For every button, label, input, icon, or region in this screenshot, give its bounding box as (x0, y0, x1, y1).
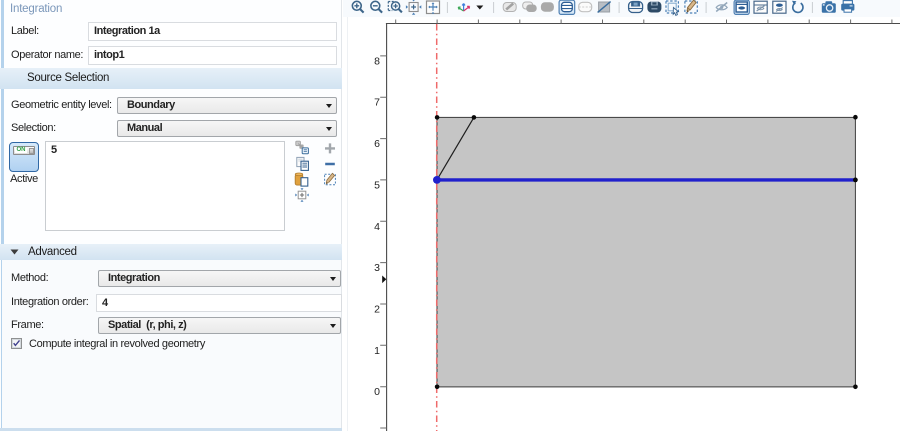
svg-text:1: 1 (374, 345, 380, 357)
svg-text:2: 2 (374, 304, 380, 316)
svg-text:8: 8 (374, 55, 380, 67)
svg-text:3: 3 (374, 262, 380, 274)
svg-text:4: 4 (374, 221, 380, 233)
svg-text:5: 5 (374, 179, 380, 191)
svg-text:0: 0 (374, 386, 380, 398)
svg-text:6: 6 (374, 138, 380, 150)
svg-text:7: 7 (374, 97, 380, 109)
